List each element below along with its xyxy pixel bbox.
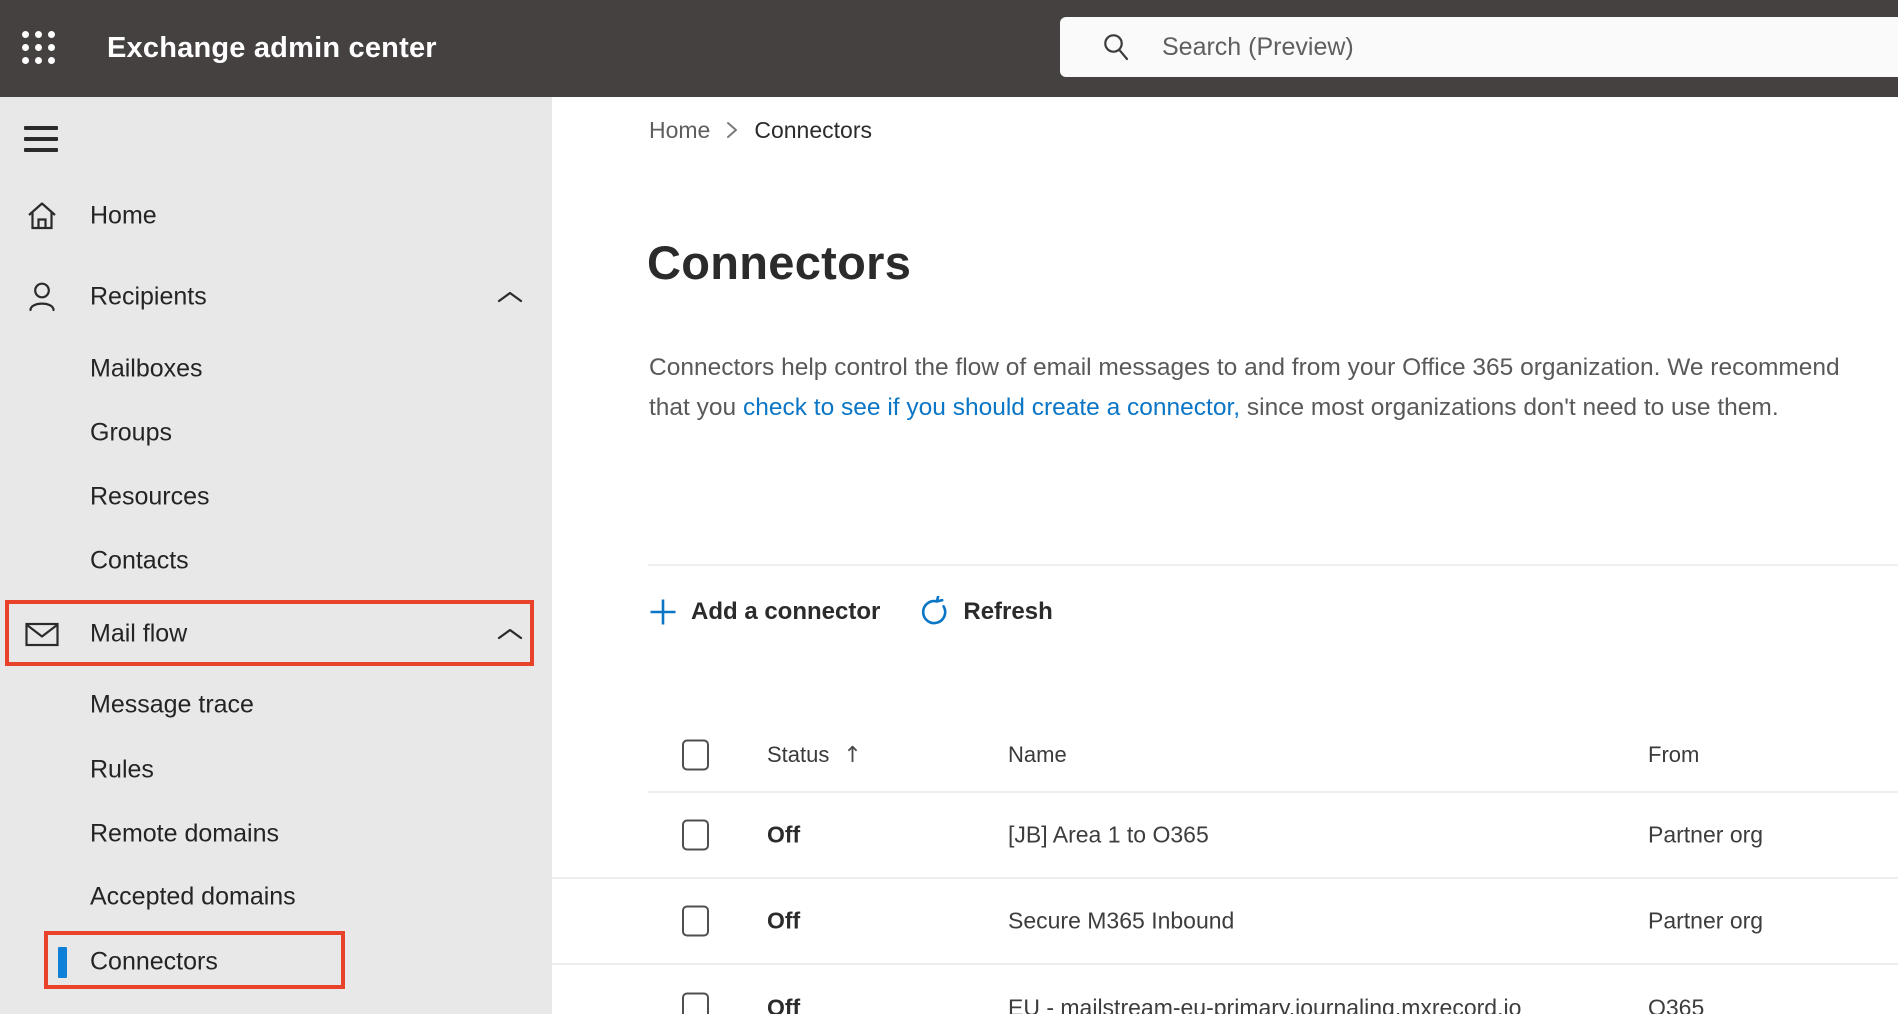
cell-from: O365 [1648,994,1705,1014]
sidebar-item-label: Contacts [90,546,189,575]
sidebar-item-mail-flow[interactable]: Mail flow [0,602,552,666]
app-launcher-icon[interactable] [22,31,58,67]
breadcrumb-home-link[interactable]: Home [649,117,710,144]
chevron-right-icon [725,119,739,141]
main-content: Home Connectors Connectors Connectors he… [552,97,1898,1014]
row-checkbox[interactable] [682,819,709,851]
table-row[interactable]: Off Secure M365 Inbound Partner org [552,879,1898,965]
row-checkbox[interactable] [682,992,709,1014]
cell-status: Off [767,907,801,934]
breadcrumb: Home Connectors [649,114,872,146]
table-row[interactable]: Off [JB] Area 1 to O365 Partner org [552,793,1898,879]
sidebar-item-resources[interactable]: Resources [0,465,552,529]
table-row[interactable]: Off EU - mailstream-eu-primary.journalin… [552,965,1898,1014]
description-text-after: since most organizations don't need to u… [1240,394,1779,421]
sidebar-item-label: Home [90,201,157,230]
sidebar-item-message-trace[interactable]: Message trace [0,673,552,737]
mail-icon [23,615,61,653]
sidebar-item-contacts[interactable]: Contacts [0,529,552,593]
home-icon [23,197,61,235]
search-icon [1100,31,1132,63]
add-connector-label: Add a connector [691,598,881,625]
sidebar-item-label: Mail flow [90,619,188,648]
sidebar-item-label: Accepted domains [90,882,296,911]
page-description: Connectors help control the flow of emai… [649,348,1877,428]
sidebar-item-connectors[interactable]: Connectors [0,930,552,994]
sidebar-item-label: Rules [90,755,154,784]
app-title: Exchange admin center [107,32,437,64]
refresh-button[interactable]: Refresh [918,596,1053,628]
cell-name: [JB] Area 1 to O365 [1008,821,1209,848]
cell-name: EU - mailstream-eu-primary.journaling.mx… [1008,994,1522,1014]
sidebar-item-remote-domains[interactable]: Remote domains [0,802,552,866]
refresh-label: Refresh [963,598,1053,625]
sidebar-item-label: Groups [90,418,172,447]
sidebar-item-label: Recipients [90,282,207,311]
table-header-row: Status ↑ Name From [552,723,1898,787]
cell-from: Partner org [1648,821,1764,848]
search-box[interactable] [1060,17,1898,77]
sidebar-item-home[interactable]: Home [0,184,552,248]
sort-ascending-icon: ↑ [843,742,862,768]
search-input[interactable] [1160,31,1800,63]
toolbar-divider [648,564,1898,566]
sidebar-item-label: Mailboxes [90,354,203,383]
chevron-up-icon [496,289,524,305]
cell-status: Off [767,821,801,848]
sidebar-item-accepted-domains[interactable]: Accepted domains [0,865,552,929]
select-all-checkbox[interactable] [682,739,709,771]
column-header-name[interactable]: Name [1008,742,1067,768]
plus-icon [648,597,678,627]
sidebar-item-mailboxes[interactable]: Mailboxes [0,337,552,401]
breadcrumb-current: Connectors [754,116,872,143]
sidebar-item-recipients[interactable]: Recipients [0,265,552,329]
page-title: Connectors [647,236,912,289]
top-bar: Exchange admin center [0,0,1898,97]
column-header-status[interactable]: Status ↑ [767,742,862,768]
sidebar-item-rules[interactable]: Rules [0,738,552,802]
toolbar: Add a connector Refresh [648,589,1091,635]
row-checkbox[interactable] [682,905,709,937]
add-connector-button[interactable]: Add a connector [648,597,880,627]
sidebar-nav: Home Recipients Mailboxes Groups Resourc… [0,97,552,1014]
sidebar-item-groups[interactable]: Groups [0,401,552,465]
hamburger-menu-icon[interactable] [24,126,58,153]
cell-name: Secure M365 Inbound [1008,907,1235,934]
refresh-icon [918,596,950,628]
chevron-up-icon [496,626,524,642]
cell-from: Partner org [1648,907,1764,934]
sidebar-item-label: Message trace [90,690,254,719]
sidebar-item-label: Connectors [90,947,218,976]
create-connector-check-link[interactable]: check to see if you should create a conn… [743,394,1240,421]
cell-status: Off [767,994,801,1014]
column-header-from[interactable]: From [1648,742,1699,768]
sidebar-item-label: Resources [90,482,210,511]
person-icon [23,278,61,316]
selected-item-indicator [58,947,67,978]
sidebar-item-label: Remote domains [90,819,279,848]
